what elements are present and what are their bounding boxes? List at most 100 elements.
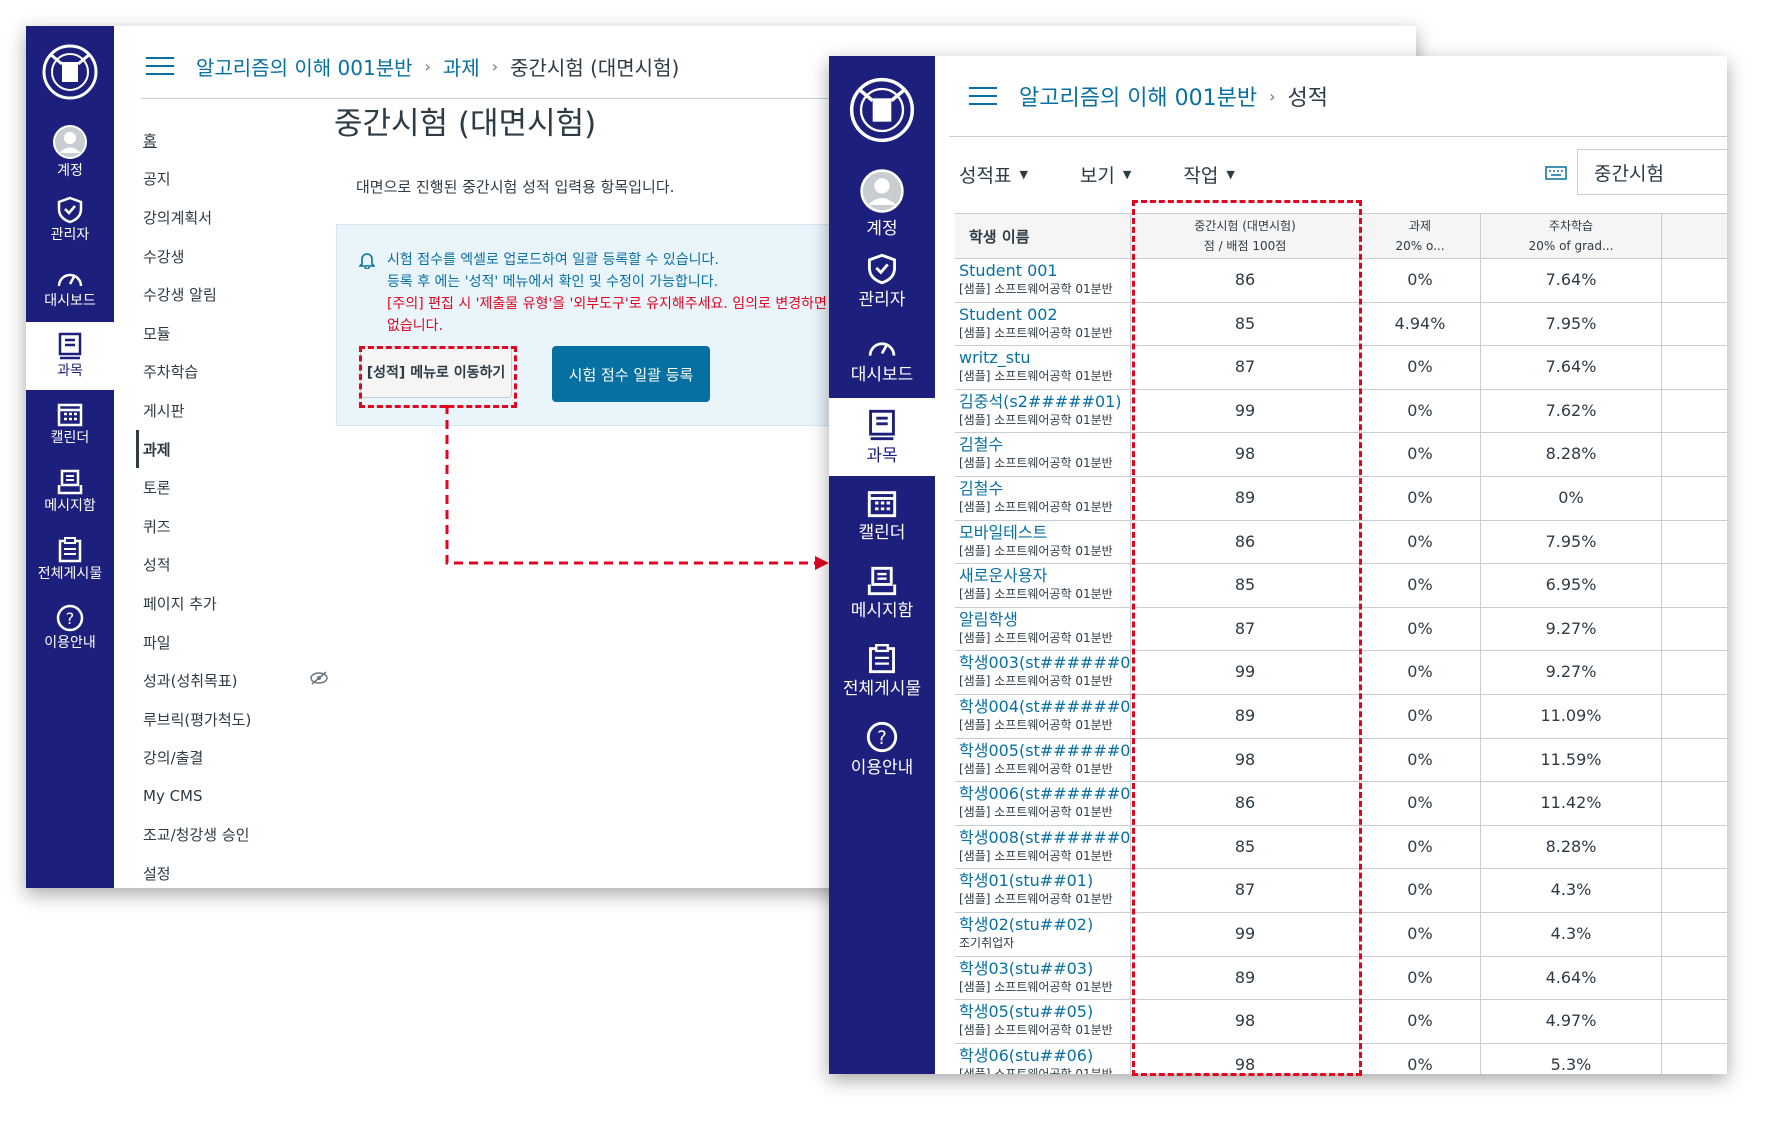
assignments-score-cell[interactable]: 0% bbox=[1360, 694, 1481, 738]
student-name-link[interactable]: Student 002 bbox=[959, 303, 1130, 324]
nav-all-posts[interactable]: 전체게시물 bbox=[26, 526, 114, 594]
nav-all-posts[interactable]: 전체게시물 bbox=[829, 632, 935, 710]
nav-admin[interactable]: 관리자 bbox=[829, 242, 935, 320]
course-nav-files[interactable]: 파일 bbox=[136, 623, 306, 662]
weekly-score-cell[interactable]: 0% bbox=[1481, 476, 1662, 520]
course-nav-board[interactable]: 게시판 bbox=[136, 391, 306, 430]
breadcrumb-course[interactable]: 알고리즘의 이해 001분반 bbox=[1019, 80, 1257, 112]
nav-help[interactable]: ? 이용안내 bbox=[26, 594, 114, 662]
column-header-weekly[interactable]: 주차학습 20% of grad... bbox=[1481, 214, 1662, 258]
weekly-score-cell[interactable]: 4.3% bbox=[1481, 869, 1662, 912]
nav-courses[interactable]: 과목 bbox=[26, 322, 114, 390]
breadcrumb-course[interactable]: 알고리즘의 이해 001분반 bbox=[196, 52, 413, 81]
hamburger-icon[interactable] bbox=[146, 51, 174, 81]
weekly-score-cell[interactable]: 8.28% bbox=[1481, 825, 1662, 869]
university-logo[interactable] bbox=[26, 26, 114, 118]
assignments-score-cell[interactable]: 0% bbox=[1360, 389, 1481, 433]
student-name-link[interactable]: writz_stu bbox=[959, 346, 1130, 367]
course-nav-grades[interactable]: 성적 bbox=[136, 546, 306, 585]
course-nav-rubrics[interactable]: 루브릭(평가척도) bbox=[136, 700, 306, 739]
column-header-assignments[interactable]: 과제 20% o... bbox=[1360, 214, 1481, 258]
assignments-score-cell[interactable]: 0% bbox=[1360, 1000, 1481, 1043]
course-nav-discussions[interactable]: 토론 bbox=[136, 468, 306, 507]
student-name-link[interactable]: Student 001 bbox=[959, 259, 1130, 280]
weekly-score-cell[interactable]: 7.64% bbox=[1481, 346, 1662, 389]
student-name-link[interactable]: 학생01(stu##01) bbox=[959, 869, 1130, 890]
course-nav-outcomes[interactable]: 성과(성취목표) bbox=[136, 661, 328, 700]
weekly-score-cell[interactable]: 5.3% bbox=[1481, 1043, 1662, 1074]
university-logo[interactable] bbox=[829, 56, 935, 164]
student-name-link[interactable]: 알림학생 bbox=[959, 608, 1130, 629]
nav-account[interactable]: 계정 bbox=[829, 164, 935, 242]
course-nav-settings[interactable]: 설정 bbox=[136, 854, 306, 888]
assignments-score-cell[interactable]: 0% bbox=[1360, 433, 1481, 476]
course-nav-assignments[interactable]: 과제 bbox=[136, 429, 306, 469]
assignments-score-cell[interactable]: 0% bbox=[1360, 564, 1481, 607]
nav-courses[interactable]: 과목 bbox=[829, 398, 935, 476]
course-nav-mycms[interactable]: My CMS bbox=[136, 777, 306, 816]
student-name-link[interactable]: 학생008(st######08) bbox=[959, 826, 1130, 847]
student-name-link[interactable]: 김철수 bbox=[959, 477, 1130, 498]
column-header-student-name[interactable]: 학생 이름 bbox=[955, 214, 1131, 258]
student-name-link[interactable]: 학생03(stu##03) bbox=[959, 957, 1130, 978]
course-nav-quizzes[interactable]: 퀴즈 bbox=[136, 507, 306, 546]
assignments-score-cell[interactable]: 0% bbox=[1360, 259, 1481, 302]
assignments-score-cell[interactable]: 0% bbox=[1360, 782, 1481, 825]
keyboard-icon[interactable] bbox=[1545, 164, 1567, 180]
student-name-link[interactable]: 모바일테스트 bbox=[959, 521, 1130, 542]
weekly-score-cell[interactable]: 4.3% bbox=[1481, 912, 1662, 956]
course-nav-students[interactable]: 수강생 bbox=[136, 237, 306, 276]
weekly-score-cell[interactable]: 7.95% bbox=[1481, 520, 1662, 564]
assignments-score-cell[interactable]: 0% bbox=[1360, 956, 1481, 1000]
student-name-link[interactable]: 김중석(s2#####01) bbox=[959, 390, 1130, 411]
assignments-score-cell[interactable]: 0% bbox=[1360, 476, 1481, 520]
nav-calendar[interactable]: 캘린더 bbox=[829, 476, 935, 554]
course-nav-notice[interactable]: 공지 bbox=[136, 160, 306, 199]
course-nav-ta-approval[interactable]: 조교/청강생 승인 bbox=[136, 816, 306, 855]
assignments-score-cell[interactable]: 0% bbox=[1360, 607, 1481, 651]
breadcrumb-assignments[interactable]: 과제 bbox=[443, 52, 480, 81]
weekly-score-cell[interactable]: 11.59% bbox=[1481, 738, 1662, 782]
assignments-score-cell[interactable]: 4.94% bbox=[1360, 302, 1481, 346]
nav-inbox[interactable]: 메시지함 bbox=[829, 554, 935, 632]
weekly-score-cell[interactable]: 11.42% bbox=[1481, 782, 1662, 825]
assignments-score-cell[interactable]: 0% bbox=[1360, 738, 1481, 782]
assignments-score-cell[interactable]: 0% bbox=[1360, 825, 1481, 869]
course-nav-pages[interactable]: 페이지 추가 bbox=[136, 584, 306, 623]
weekly-score-cell[interactable]: 7.62% bbox=[1481, 389, 1662, 433]
course-nav-weekly[interactable]: 주차학습 bbox=[136, 353, 306, 392]
assignments-score-cell[interactable]: 0% bbox=[1360, 869, 1481, 912]
weekly-score-cell[interactable]: 11.09% bbox=[1481, 694, 1662, 738]
nav-admin[interactable]: 관리자 bbox=[26, 186, 114, 254]
assignments-score-cell[interactable]: 0% bbox=[1360, 1043, 1481, 1074]
student-name-link[interactable]: 학생02(stu##02) bbox=[959, 913, 1130, 934]
weekly-score-cell[interactable]: 9.27% bbox=[1481, 607, 1662, 651]
course-nav-home[interactable]: 홈 bbox=[136, 121, 306, 160]
course-nav-attendance[interactable]: 강의/출결 bbox=[136, 739, 306, 778]
nav-account[interactable]: 계정 bbox=[26, 118, 114, 186]
assignment-filter-input[interactable]: 중간시험 bbox=[1577, 149, 1727, 195]
nav-dashboard[interactable]: 대시보드 bbox=[829, 320, 935, 398]
weekly-score-cell[interactable]: 4.64% bbox=[1481, 956, 1662, 1000]
assignments-score-cell[interactable]: 0% bbox=[1360, 520, 1481, 564]
student-name-link[interactable]: 새로운사용자 bbox=[959, 564, 1130, 585]
student-name-link[interactable]: 학생004(st######04) bbox=[959, 695, 1130, 716]
weekly-score-cell[interactable]: 7.95% bbox=[1481, 302, 1662, 346]
weekly-score-cell[interactable]: 7.64% bbox=[1481, 259, 1662, 302]
student-name-link[interactable]: 김철수 bbox=[959, 433, 1130, 454]
weekly-score-cell[interactable]: 6.95% bbox=[1481, 564, 1662, 607]
student-name-link[interactable]: 학생006(st######06) bbox=[959, 782, 1130, 803]
weekly-score-cell[interactable]: 4.97% bbox=[1481, 1000, 1662, 1043]
weekly-score-cell[interactable]: 9.27% bbox=[1481, 651, 1662, 694]
nav-calendar[interactable]: 캘린더 bbox=[26, 390, 114, 458]
bulk-upload-scores-button[interactable]: 시험 점수 일괄 등록 bbox=[552, 346, 710, 402]
course-nav-modules[interactable]: 모듈 bbox=[136, 314, 306, 353]
nav-dashboard[interactable]: 대시보드 bbox=[26, 254, 114, 322]
student-name-link[interactable]: 학생005(st######05) bbox=[959, 739, 1130, 760]
student-name-link[interactable]: 학생003(st######03) bbox=[959, 651, 1130, 672]
gradebook-menu[interactable]: 성적표 ▼ bbox=[959, 161, 1028, 188]
assignments-score-cell[interactable]: 0% bbox=[1360, 912, 1481, 956]
course-nav-syllabus[interactable]: 강의계획서 bbox=[136, 198, 306, 237]
view-menu[interactable]: 보기 ▼ bbox=[1080, 161, 1131, 188]
hamburger-icon[interactable] bbox=[969, 81, 997, 111]
